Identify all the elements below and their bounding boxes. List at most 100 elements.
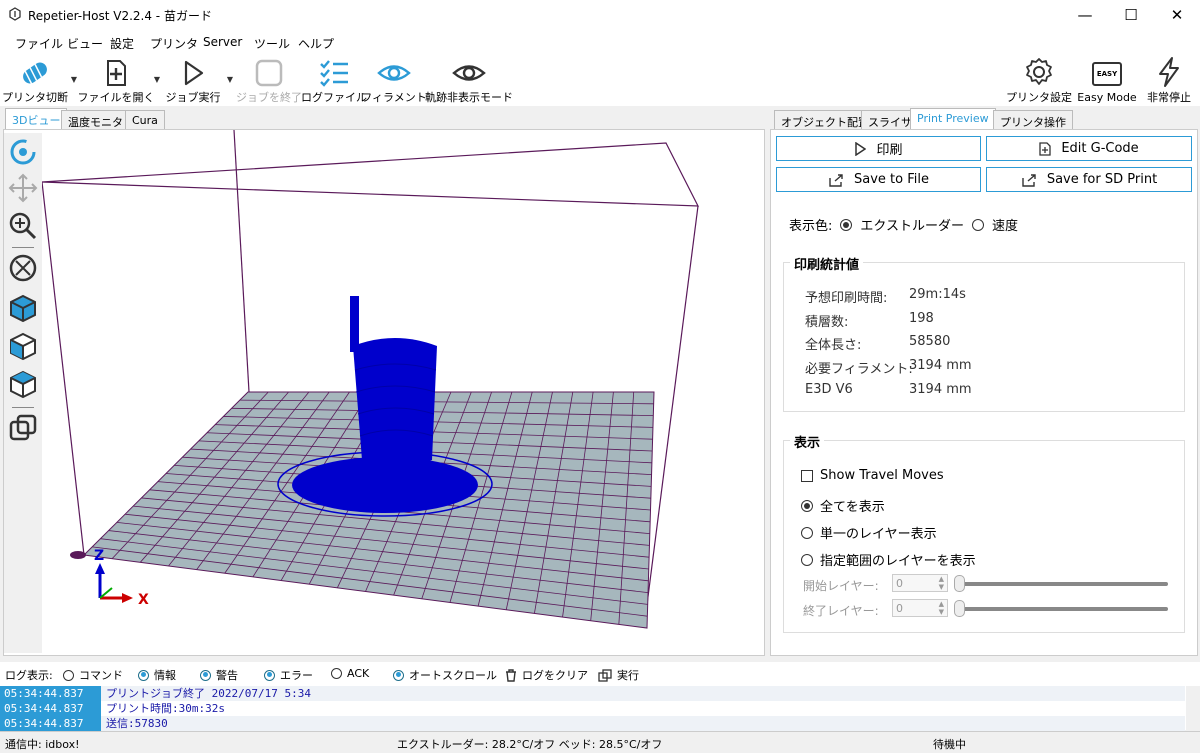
range-layer-radio[interactable] bbox=[801, 553, 813, 566]
easy-mode-button[interactable]: EASY Easy Mode bbox=[1076, 54, 1138, 104]
filament-button[interactable]: フィラメント bbox=[361, 54, 427, 104]
log-file-button[interactable]: ログファイル bbox=[301, 54, 367, 104]
clear-log-button[interactable]: ログをクリア bbox=[505, 667, 588, 683]
slice-label: プリンタ切断 bbox=[2, 91, 68, 104]
log-scrollbar[interactable] bbox=[1186, 686, 1200, 730]
top-view-icon[interactable] bbox=[8, 369, 38, 399]
fit-view-icon[interactable] bbox=[8, 253, 38, 283]
front-view-icon[interactable] bbox=[8, 331, 38, 361]
end-layer-value: 0 bbox=[896, 602, 903, 615]
start-layer-slider-track[interactable] bbox=[954, 582, 1168, 586]
save-to-file-button[interactable]: Save to File bbox=[776, 167, 981, 192]
menu-view[interactable]: ビュー bbox=[67, 35, 103, 52]
status-bar: 通信中: idbox! エクストルーダー: 28.2°C/オフ ベッド: 28.… bbox=[0, 731, 1200, 753]
stat-total-length-value: 58580 bbox=[909, 334, 951, 349]
view-toolbar bbox=[4, 133, 42, 653]
log-command-radio[interactable] bbox=[63, 669, 74, 681]
end-layer-slider-thumb[interactable] bbox=[954, 600, 965, 617]
tab-3d-view[interactable]: 3Dビュー bbox=[5, 108, 68, 130]
start-layer-input[interactable]: 0 ▲ ▼ bbox=[892, 574, 948, 592]
tab-print-preview[interactable]: Print Preview bbox=[910, 108, 996, 130]
log-time: 05:34:44.837 bbox=[0, 686, 101, 701]
color-extruder-label[interactable]: エクストルーダー bbox=[860, 215, 964, 234]
edit-gcode-button[interactable]: Edit G-Code bbox=[986, 136, 1192, 161]
show-travel-row[interactable]: Show Travel Moves bbox=[801, 468, 944, 483]
show-all-row[interactable]: 全てを表示 bbox=[801, 496, 885, 515]
menu-settings[interactable]: 設定 bbox=[110, 35, 134, 52]
log-list[interactable]: 05:34:44.837 プリントジョブ終了 2022/07/17 5:34 0… bbox=[0, 686, 1200, 731]
log-warning-toggle[interactable]: 警告 bbox=[200, 667, 238, 683]
menu-printer[interactable]: プリンタ bbox=[150, 35, 198, 52]
hide-path-button[interactable]: 軌跡非表示モード bbox=[425, 54, 513, 104]
log-ack-label: ACK bbox=[347, 667, 370, 680]
stat-filament-value: 3194 mm bbox=[909, 358, 972, 373]
log-info-radio[interactable] bbox=[138, 669, 149, 681]
single-layer-row[interactable]: 単一のレイヤー表示 bbox=[801, 523, 937, 542]
range-layer-row[interactable]: 指定範囲のレイヤーを表示 bbox=[801, 550, 976, 569]
log-info-toggle[interactable]: 情報 bbox=[138, 667, 176, 683]
show-all-label[interactable]: 全てを表示 bbox=[820, 496, 885, 515]
close-button[interactable]: ✕ bbox=[1154, 0, 1200, 30]
printer-settings-button[interactable]: プリンタ設定 bbox=[1006, 54, 1072, 104]
color-speed-radio[interactable] bbox=[972, 218, 985, 231]
single-layer-label[interactable]: 単一のレイヤー表示 bbox=[820, 523, 937, 542]
window-title: Repetier-Host V2.2.4 - 苗ガード bbox=[28, 9, 212, 23]
zoom-icon[interactable] bbox=[8, 211, 38, 241]
open-file-icon bbox=[107, 60, 126, 86]
execute-button[interactable]: 実行 bbox=[598, 667, 639, 683]
temperature-status: エクストルーダー: 28.2°C/オフ ベッド: 28.5°C/オフ bbox=[397, 738, 663, 751]
save-sd-button[interactable]: Save for SD Print bbox=[986, 167, 1192, 192]
single-layer-radio[interactable] bbox=[801, 526, 813, 539]
print-button[interactable]: 印刷 bbox=[776, 136, 981, 161]
color-extruder-radio[interactable] bbox=[840, 218, 853, 231]
run-dropdown-arrow[interactable]: ▼ bbox=[226, 72, 234, 86]
spinner-arrows-icon[interactable]: ▲ ▼ bbox=[939, 575, 944, 591]
menu-tools[interactable]: ツール bbox=[254, 35, 290, 52]
show-all-radio[interactable] bbox=[801, 499, 813, 512]
spinner-arrows-icon[interactable]: ▲ ▼ bbox=[939, 600, 944, 616]
tab-printer-control[interactable]: プリンタ操作 bbox=[993, 110, 1073, 130]
end-layer-slider-track[interactable] bbox=[954, 607, 1168, 611]
run-job-button[interactable]: ジョブ実行 bbox=[165, 54, 221, 104]
log-autoscroll-radio[interactable] bbox=[393, 669, 404, 681]
stop-job-button[interactable]: ジョブを終了 bbox=[236, 54, 302, 104]
3d-viewport[interactable]: Z X bbox=[3, 129, 765, 656]
rotate-icon[interactable] bbox=[8, 137, 38, 167]
open-file-button[interactable]: ファイルを開く bbox=[78, 54, 155, 104]
end-layer-label: 終了レイヤー: bbox=[803, 604, 879, 618]
log-ack-radio[interactable] bbox=[331, 668, 342, 679]
menu-server[interactable]: Server bbox=[203, 35, 242, 49]
log-error-radio[interactable] bbox=[264, 669, 275, 681]
menu-bar: ファイル ビュー 設定 プリンタ Server ツール ヘルプ bbox=[0, 30, 1200, 52]
start-layer-slider-thumb[interactable] bbox=[954, 575, 965, 592]
lightning-icon bbox=[1159, 57, 1179, 87]
show-travel-checkbox[interactable] bbox=[801, 469, 813, 482]
log-ack-toggle[interactable]: ACK bbox=[331, 667, 369, 680]
parallel-view-icon[interactable] bbox=[8, 413, 38, 443]
hide-path-label: 軌跡非表示モード bbox=[425, 91, 513, 104]
iso-view-icon[interactable] bbox=[8, 293, 38, 323]
log-autoscroll-toggle[interactable]: オートスクロール bbox=[393, 667, 497, 683]
color-speed-label[interactable]: 速度 bbox=[992, 215, 1018, 234]
open-dropdown-arrow[interactable]: ▼ bbox=[153, 72, 161, 86]
axis-x-label: X bbox=[138, 592, 149, 608]
range-layer-label[interactable]: 指定範囲のレイヤーを表示 bbox=[820, 550, 976, 569]
log-warning-radio[interactable] bbox=[200, 669, 211, 681]
print-label: 印刷 bbox=[876, 143, 903, 158]
move-icon[interactable] bbox=[8, 173, 38, 203]
show-travel-label[interactable]: Show Travel Moves bbox=[820, 468, 944, 483]
toolbar-divider bbox=[12, 247, 34, 248]
slice-button[interactable]: プリンタ切断 bbox=[2, 54, 68, 104]
emergency-stop-button[interactable]: 非常停止 bbox=[1142, 54, 1196, 104]
tab-temperature[interactable]: 温度モニタ bbox=[61, 110, 130, 130]
end-layer-input[interactable]: 0 ▲ ▼ bbox=[892, 599, 948, 617]
slice-dropdown-arrow[interactable]: ▼ bbox=[70, 72, 78, 86]
log-command-toggle[interactable]: コマンド bbox=[63, 667, 123, 683]
menu-file[interactable]: ファイル bbox=[15, 35, 63, 52]
log-error-toggle[interactable]: エラー bbox=[264, 667, 313, 683]
minimize-button[interactable]: — bbox=[1062, 0, 1108, 30]
menu-help[interactable]: ヘルプ bbox=[298, 35, 334, 52]
slice-icon bbox=[23, 62, 47, 85]
tab-cura[interactable]: Cura bbox=[125, 110, 165, 130]
maximize-button[interactable]: ☐ bbox=[1108, 0, 1154, 30]
